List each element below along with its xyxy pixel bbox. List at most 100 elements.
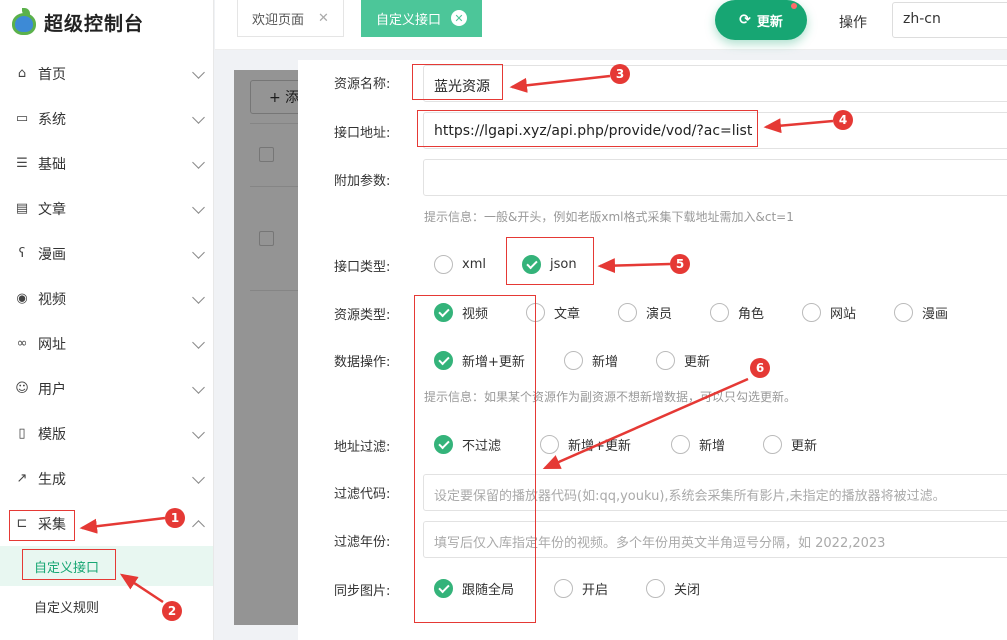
chevron-down-icon <box>192 291 205 304</box>
option-label: 新增+更新 <box>568 439 631 454</box>
close-icon[interactable]: ✕ <box>451 10 468 26</box>
update-button[interactable]: ⟳ 更新 <box>715 0 807 40</box>
sidebar-item-comic[interactable]: ʕ 漫画 <box>0 231 213 276</box>
option-label: 演员 <box>646 307 673 322</box>
checkbox-add[interactable]: 新增 <box>564 351 618 370</box>
label-name: 资源名称: <box>334 77 391 92</box>
chevron-down-icon <box>192 66 205 79</box>
sidebar-item-label: 漫画 <box>38 246 66 263</box>
param-hint: 提示信息：一般&开头，例如老版xml格式采集下载地址需加入&ct=1 <box>424 210 794 224</box>
sidebar-item-label: 网址 <box>38 336 66 353</box>
chevron-down-icon <box>192 336 205 349</box>
label-filter-code: 过滤代码: <box>334 487 391 502</box>
notification-dot <box>791 3 797 9</box>
checkbox-actor[interactable]: 演员 <box>618 303 672 322</box>
update-label: 更新 <box>756 14 783 30</box>
checkbox-website[interactable]: 网站 <box>802 303 856 322</box>
sidebar-item-label: 文章 <box>38 201 66 218</box>
logo: 超级控制台 <box>0 0 213 44</box>
annotation-badge-1: 1 <box>165 508 185 528</box>
sidebar-item-home[interactable]: ⌂ 首页 <box>0 51 213 96</box>
checkbox-role[interactable]: 角色 <box>710 303 764 322</box>
option-label: 角色 <box>738 307 765 322</box>
label-url-filter: 地址过滤: <box>334 440 391 455</box>
chevron-down-icon <box>192 246 205 259</box>
top-bar: 欢迎页面 ✕ 自定义接口 ✕ ⟳ 更新 操作 zh-cn <box>215 0 1007 50</box>
label-url: 接口地址: <box>334 126 391 141</box>
bear-icon: ʕ <box>18 246 26 261</box>
radio-disable[interactable]: 关闭 <box>646 579 700 598</box>
sidebar-item-template[interactable]: ▯ 模版 <box>0 411 213 456</box>
extra-param-input[interactable] <box>423 159 1007 196</box>
label-res-type: 资源类型: <box>334 308 391 323</box>
label-param: 附加参数: <box>334 174 391 189</box>
annotation-badge-2: 2 <box>162 601 182 621</box>
option-label: 漫画 <box>922 307 949 322</box>
sidebar-item-url[interactable]: ∞ 网址 <box>0 321 213 366</box>
label-sync-pic: 同步图片: <box>334 584 391 599</box>
label-data-op: 数据操作: <box>334 355 391 370</box>
tab-label: 欢迎页面 <box>252 12 305 28</box>
monitor-icon: ▭ <box>15 111 29 126</box>
resource-name-input[interactable]: 蓝光资源 <box>423 65 1007 102</box>
checkbox-comic[interactable]: 漫画 <box>894 303 948 322</box>
option-label: 开启 <box>582 583 609 598</box>
radio-enable[interactable]: 开启 <box>554 579 608 598</box>
tab-label: 自定义接口 <box>376 12 442 28</box>
checkbox-update[interactable]: 更新 <box>656 351 710 370</box>
sidebar-item-video[interactable]: ◉ 视频 <box>0 276 213 321</box>
tab-welcome[interactable]: 欢迎页面 ✕ <box>237 0 344 37</box>
sidebar: 超级控制台 ⌂ 首页 ▭ 系统 ☰ 基础 ▤ 文章 ʕ 漫画 ◉ 视频 ∞ 网址… <box>0 0 214 640</box>
radio-filter-update[interactable]: 更新 <box>763 435 817 454</box>
annotation-box-collect <box>9 510 75 541</box>
checkbox-circle <box>564 351 583 370</box>
label-filter-year: 过滤年份: <box>334 535 391 550</box>
radio-filter-add[interactable]: 新增 <box>671 435 725 454</box>
sidebar-item-label: 用户 <box>38 381 66 398</box>
sidebar-item-label: 首页 <box>38 66 66 83</box>
refresh-icon: ⟳ <box>739 12 751 28</box>
annotation-box-options <box>414 295 536 623</box>
radio-filter-add-update[interactable]: 新增+更新 <box>540 435 631 454</box>
sidebar-item-article[interactable]: ▤ 文章 <box>0 186 213 231</box>
ops-menu[interactable]: 操作 <box>839 12 867 32</box>
checkbox-circle <box>802 303 821 322</box>
user-icon: ☺ <box>15 381 29 396</box>
chevron-down-icon <box>192 111 205 124</box>
sidebar-subitem-label: 自定义规则 <box>34 600 100 616</box>
radio-xml[interactable]: xml <box>434 255 486 274</box>
radio-circle <box>763 435 782 454</box>
sidebar-item-basic[interactable]: ☰ 基础 <box>0 141 213 186</box>
home-icon: ⌂ <box>17 66 27 81</box>
option-label: xml <box>462 257 486 272</box>
link-icon: ∞ <box>16 336 28 351</box>
option-label: 新增 <box>592 355 619 370</box>
option-label: 网站 <box>830 307 857 322</box>
annotation-box-name <box>412 64 503 100</box>
annotation-box-url <box>417 110 758 147</box>
sidebar-item-label: 系统 <box>38 111 66 128</box>
chevron-down-icon <box>192 156 205 169</box>
radio-circle <box>671 435 690 454</box>
close-icon[interactable]: ✕ <box>318 11 329 26</box>
chevron-up-icon <box>192 520 205 533</box>
language-select[interactable]: zh-cn <box>892 2 1007 38</box>
modal-overlay <box>234 70 300 625</box>
annotation-badge-6: 6 <box>750 358 770 378</box>
option-label: 关闭 <box>674 583 701 598</box>
chevron-down-icon <box>192 381 205 394</box>
option-label: 新增 <box>699 439 726 454</box>
document-icon: ▤ <box>15 201 29 216</box>
label-api-type: 接口类型: <box>334 260 391 275</box>
checkbox-circle <box>894 303 913 322</box>
tab-custom-api[interactable]: 自定义接口 ✕ <box>361 0 483 37</box>
radio-circle <box>434 255 453 274</box>
sidebar-item-user[interactable]: ☺ 用户 <box>0 366 213 411</box>
chevron-down-icon <box>192 201 205 214</box>
template-icon: ▯ <box>18 426 26 441</box>
annotation-box-custom-api <box>22 549 116 580</box>
sidebar-item-generate[interactable]: ↗ 生成 <box>0 456 213 501</box>
apple-logo-icon <box>10 8 38 36</box>
option-label: 更新 <box>684 355 711 370</box>
sidebar-item-system[interactable]: ▭ 系统 <box>0 96 213 141</box>
